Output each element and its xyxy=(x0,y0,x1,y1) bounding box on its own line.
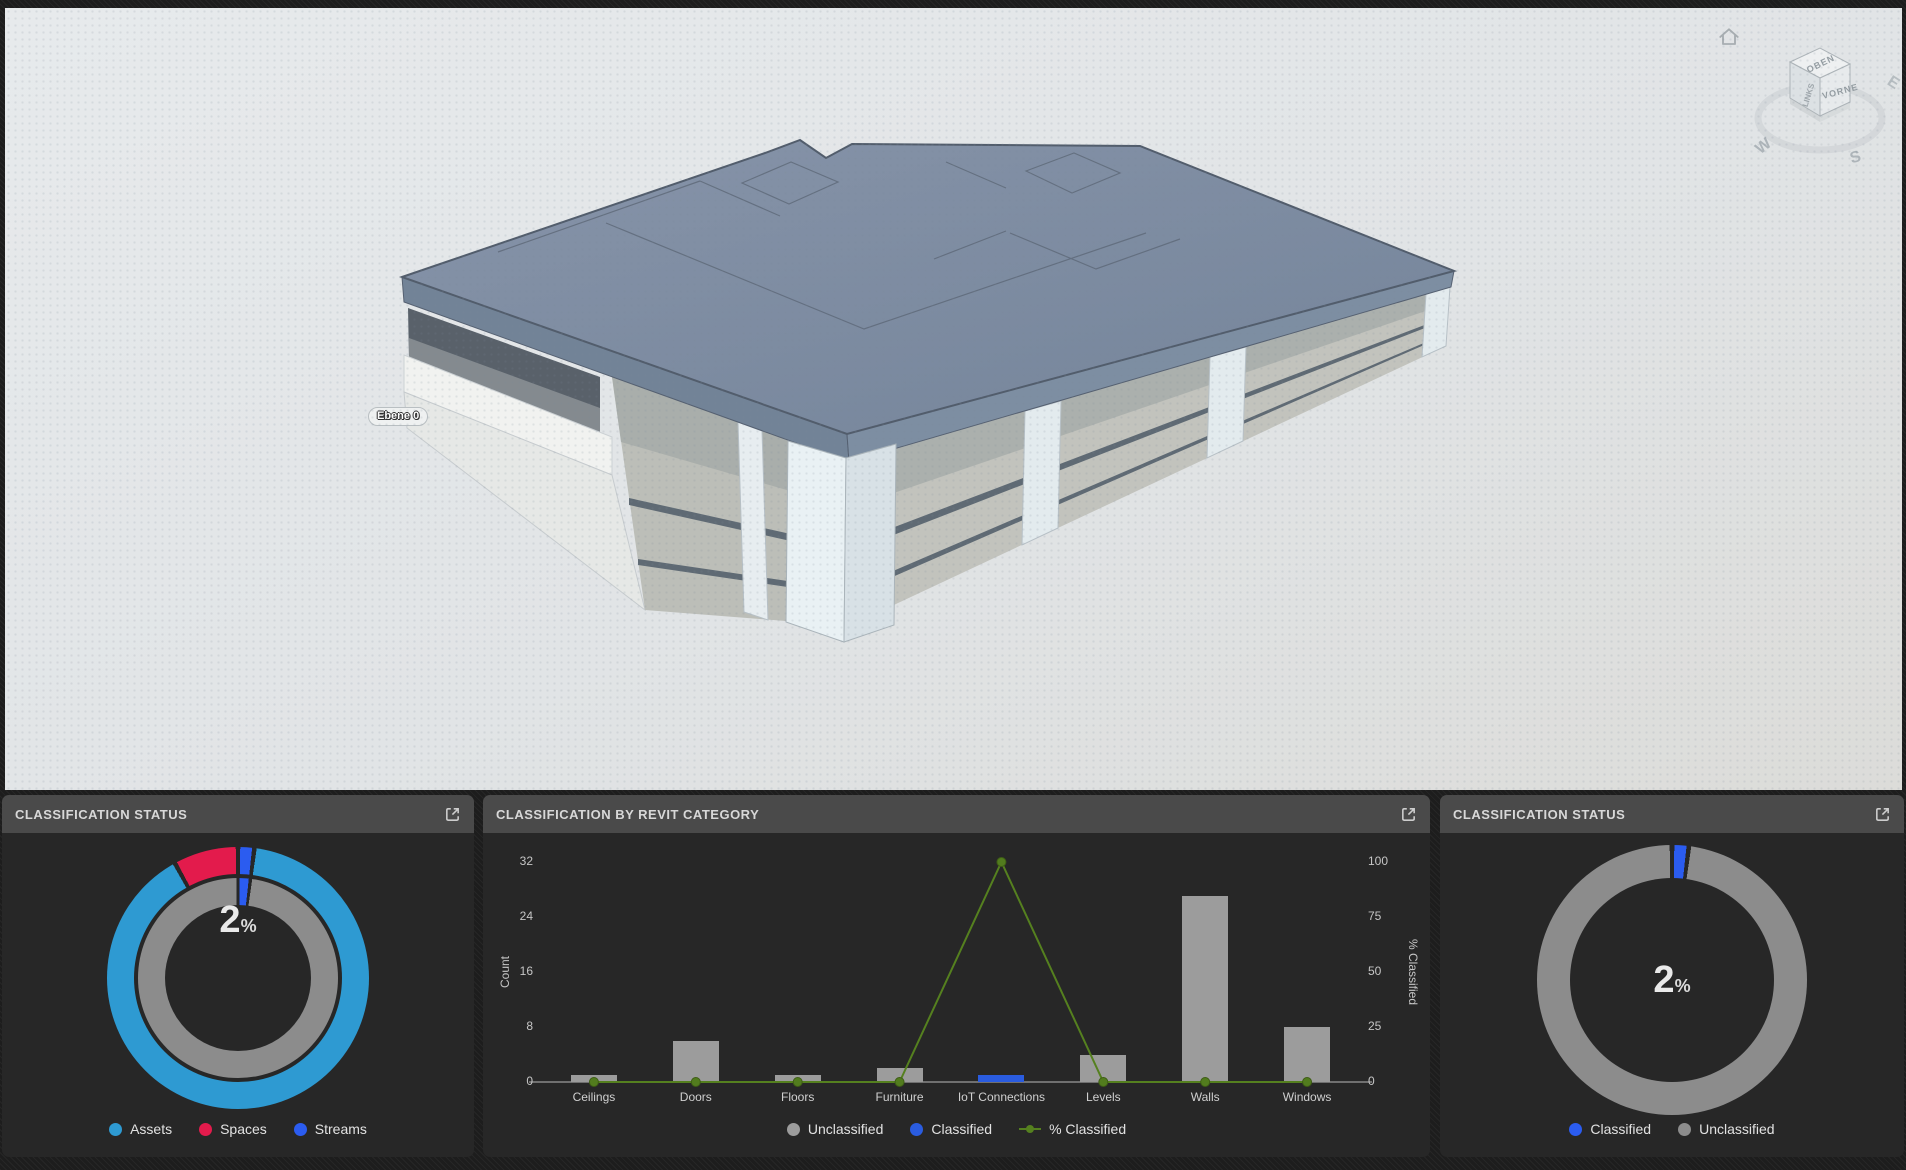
model-viewer[interactable]: Ebene 0 W S E OBEN LINKS VORNE xyxy=(5,8,1902,790)
x-axis-label-walls: Walls xyxy=(1150,1090,1260,1104)
panel-header: CLASSIFICATION STATUS xyxy=(2,795,474,833)
legend-item-classified[interactable]: Classified xyxy=(1569,1121,1651,1137)
panel-classification-status-right: CLASSIFICATION STATUS 2% Classified Uncla… xyxy=(1440,795,1904,1157)
y-axis-tick: 24 xyxy=(483,909,533,923)
legend-marker xyxy=(109,1123,122,1136)
panel-title: CLASSIFICATION STATUS xyxy=(15,807,187,822)
legend-label: Classified xyxy=(1590,1121,1651,1137)
legend-label: % Classified xyxy=(1049,1121,1126,1137)
legend-label: Unclassified xyxy=(808,1121,883,1137)
legend-label: Streams xyxy=(315,1121,367,1137)
x-axis-label-furniture: Furniture xyxy=(845,1090,955,1104)
building-model xyxy=(5,8,1902,790)
legend-item-unclassified[interactable]: Unclassified xyxy=(787,1121,883,1137)
legend-item-classified[interactable]: Classified xyxy=(910,1121,992,1137)
legend-item-unclassified[interactable]: Unclassified xyxy=(1678,1121,1774,1137)
level-label[interactable]: Ebene 0 xyxy=(368,407,428,426)
legend-label: Classified xyxy=(931,1121,992,1137)
open-in-new-icon[interactable] xyxy=(444,806,461,823)
chart-legend: Classified Unclassified xyxy=(1440,1121,1904,1137)
panel-classification-status-left: CLASSIFICATION STATUS 2% Assets Spaces Str… xyxy=(2,795,474,1157)
chart-legend: Assets Spaces Streams xyxy=(2,1121,474,1137)
legend-item-spaces[interactable]: Spaces xyxy=(199,1121,267,1137)
y2-axis-tick: 25 xyxy=(1368,1019,1428,1033)
compass-south-label: S xyxy=(1848,148,1863,167)
view-cube[interactable]: W S E OBEN LINKS VORNE xyxy=(1738,20,1906,182)
revit-category-chart-plot[interactable] xyxy=(543,862,1358,1082)
x-axis-label-doors: Doors xyxy=(641,1090,751,1104)
donut-center-value: 2% xyxy=(1537,845,1807,1115)
legend-label: Assets xyxy=(130,1121,172,1137)
panel-title: CLASSIFICATION BY REVIT CATEGORY xyxy=(496,807,759,822)
legend-marker xyxy=(1678,1123,1691,1136)
y2-axis-tick: 75 xyxy=(1368,909,1428,923)
legend-item-assets[interactable]: Assets xyxy=(109,1121,172,1137)
percent-classified-line xyxy=(543,862,1358,1082)
legend-label: Spaces xyxy=(220,1121,267,1137)
y-axis-tick: 32 xyxy=(483,854,533,868)
legend-item--classified[interactable]: % Classified xyxy=(1019,1121,1126,1137)
y-axis-tick: 8 xyxy=(483,1019,533,1033)
open-in-new-icon[interactable] xyxy=(1400,806,1417,823)
legend-marker xyxy=(199,1123,212,1136)
legend-marker xyxy=(910,1123,923,1136)
panel-header: CLASSIFICATION STATUS xyxy=(1440,795,1904,833)
x-axis-label-windows: Windows xyxy=(1252,1090,1362,1104)
x-axis-label-levels: Levels xyxy=(1048,1090,1158,1104)
y2-axis-tick: 50 xyxy=(1368,964,1428,978)
compass-east-label: E xyxy=(1884,73,1902,93)
chart-legend: Unclassified Classified % Classified xyxy=(483,1121,1430,1137)
legend-marker xyxy=(1569,1123,1582,1136)
donut-chart-status-left[interactable]: 2% xyxy=(107,847,369,1109)
y2-axis-tick: 100 xyxy=(1368,854,1428,868)
legend-item-streams[interactable]: Streams xyxy=(294,1121,367,1137)
y-axis-tick: 0 xyxy=(483,1074,533,1088)
x-axis-label-iot-connections: IoT Connections xyxy=(946,1090,1056,1104)
legend-label: Unclassified xyxy=(1699,1121,1774,1137)
legend-marker xyxy=(787,1123,800,1136)
y2-axis-tick: 0 xyxy=(1368,1074,1428,1088)
panel-header: CLASSIFICATION BY REVIT CATEGORY xyxy=(483,795,1430,833)
panel-title: CLASSIFICATION STATUS xyxy=(1453,807,1625,822)
y-axis-tick: 16 xyxy=(483,964,533,978)
x-axis-label-ceilings: Ceilings xyxy=(539,1090,649,1104)
legend-marker xyxy=(294,1123,307,1136)
legend-marker xyxy=(1019,1128,1041,1130)
donut-chart-status-right[interactable]: 2% xyxy=(1537,845,1807,1115)
open-in-new-icon[interactable] xyxy=(1874,806,1891,823)
x-axis-label-floors: Floors xyxy=(743,1090,853,1104)
panel-classification-by-revit-category: CLASSIFICATION BY REVIT CATEGORY Count %… xyxy=(483,795,1430,1157)
donut-center-value: 2% xyxy=(107,847,369,1109)
